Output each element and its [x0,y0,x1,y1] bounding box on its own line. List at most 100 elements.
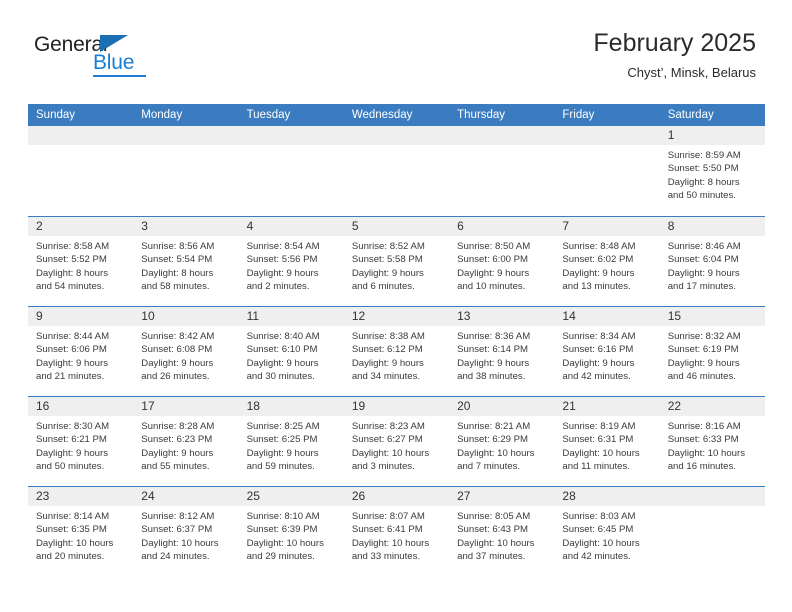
day-number: 13 [449,307,555,326]
day-sun-info: Sunrise: 8:58 AM Sunset: 5:52 PM Dayligh… [36,241,110,293]
day-number: 18 [238,397,344,416]
calendar-week-row: 2 Sunrise: 8:58 AM Sunset: 5:52 PM Daylig… [28,216,765,306]
weekday-header-row: Sunday Monday Tuesday Wednesday Thursday Frid… [28,104,765,126]
day-sun-info: Sunrise: 8:36 AM Sunset: 6:14 PM Dayligh… [457,331,531,383]
day-sun-info: Sunrise: 8:56 AM Sunset: 5:54 PM Dayligh… [141,241,215,293]
day-cell-3[interactable]: 3 Sunrise: 8:56 AM Sunset: 5:54 PM Daylig… [133,217,239,306]
day-sun-info [239,145,344,149]
day-number: 16 [28,397,134,416]
day-sun-info [344,145,449,149]
weekday-header-tuesday: Tuesday [246,109,291,121]
day-sun-info: Sunrise: 8:50 AM Sunset: 6:00 PM Dayligh… [457,241,531,293]
page-header: General Blue February 2025 Chyst’, Minsk… [0,0,792,80]
day-cell-5[interactable]: 5 Sunrise: 8:52 AM Sunset: 5:58 PM Daylig… [343,217,450,306]
day-number: 20 [449,397,555,416]
weekday-header-wednesday: Wednesday [351,109,413,121]
day-number: 23 [28,487,134,506]
day-number: 24 [133,487,239,506]
day-cell-8[interactable]: 8 Sunrise: 8:46 AM Sunset: 6:04 PM Daylig… [659,217,765,306]
day-number: 3 [133,217,239,236]
day-cell-14[interactable]: 14 Sunrise: 8:34 AM Sunset: 6:16 PM Dayli… [554,307,660,396]
day-number: 12 [343,307,450,326]
weekday-header-thursday: Thursday [457,109,506,121]
day-cell-16[interactable]: 16 Sunrise: 8:30 AM Sunset: 6:21 PM Dayli… [28,397,134,486]
day-sun-info: Sunrise: 8:03 AM Sunset: 6:45 PM Dayligh… [562,511,640,563]
day-number [343,126,450,145]
day-number: 11 [238,307,344,326]
day-cell-27[interactable]: 27 Sunrise: 8:05 AM Sunset: 6:43 PM Dayli… [449,487,555,576]
day-sun-info: Sunrise: 8:40 AM Sunset: 6:10 PM Dayligh… [246,331,320,383]
day-cell-21[interactable]: 21 Sunrise: 8:19 AM Sunset: 6:31 PM Dayli… [554,397,660,486]
day-cell-1[interactable]: 1 Sunrise: 8:59 AM Sunset: 5:50 PM Daylig… [659,126,765,216]
day-sun-info: Sunrise: 8:23 AM Sunset: 6:27 PM Dayligh… [351,421,430,473]
day-sun-info: Sunrise: 8:16 AM Sunset: 6:33 PM Dayligh… [667,421,746,473]
day-number: 5 [343,217,450,236]
day-sun-info: Sunrise: 8:07 AM Sunset: 6:41 PM Dayligh… [351,511,430,563]
day-cell-26[interactable]: 26 Sunrise: 8:07 AM Sunset: 6:41 PM Dayli… [343,487,450,576]
day-cell-12[interactable]: 12 Sunrise: 8:38 AM Sunset: 6:12 PM Dayli… [343,307,450,396]
day-number: 2 [28,217,134,236]
day-number: 28 [554,487,660,506]
day-cell-7[interactable]: 7 Sunrise: 8:48 AM Sunset: 6:02 PM Daylig… [554,217,660,306]
day-cell-11[interactable]: 11 Sunrise: 8:40 AM Sunset: 6:10 PM Dayli… [238,307,344,396]
day-sun-info: Sunrise: 8:30 AM Sunset: 6:21 PM Dayligh… [36,421,110,473]
day-sun-info: Sunrise: 8:10 AM Sunset: 6:39 PM Dayligh… [246,511,324,563]
day-sun-info [554,145,659,149]
day-number: 6 [449,217,555,236]
day-cell-empty [28,126,134,216]
day-sun-info [133,145,238,149]
day-cell-19[interactable]: 19 Sunrise: 8:23 AM Sunset: 6:27 PM Dayli… [343,397,450,486]
day-number: 19 [343,397,450,416]
calendar-week-row: 9 Sunrise: 8:44 AM Sunset: 6:06 PM Daylig… [28,306,765,396]
logo-underline [93,75,146,77]
day-cell-4[interactable]: 4 Sunrise: 8:54 AM Sunset: 5:56 PM Daylig… [238,217,344,306]
day-cell-23[interactable]: 23 Sunrise: 8:14 AM Sunset: 6:35 PM Dayli… [28,487,134,576]
day-cell-empty [659,487,765,576]
day-cell-empty [554,126,660,216]
day-cell-25[interactable]: 25 Sunrise: 8:10 AM Sunset: 6:39 PM Dayli… [238,487,344,576]
day-number: 27 [449,487,555,506]
day-sun-info: Sunrise: 8:54 AM Sunset: 5:56 PM Dayligh… [246,241,320,293]
day-sun-info [660,506,765,510]
day-number [449,126,555,145]
day-sun-info: Sunrise: 8:44 AM Sunset: 6:06 PM Dayligh… [36,331,110,383]
page-title: February 2025 [593,29,756,57]
day-number: 17 [133,397,239,416]
day-number: 4 [238,217,344,236]
day-number [659,487,765,506]
day-cell-18[interactable]: 18 Sunrise: 8:25 AM Sunset: 6:25 PM Dayli… [238,397,344,486]
day-number: 14 [554,307,660,326]
day-number: 10 [133,307,239,326]
logo-text-blue: Blue [93,51,135,74]
day-sun-info: Sunrise: 8:32 AM Sunset: 6:19 PM Dayligh… [667,331,741,383]
day-cell-empty [133,126,239,216]
triangle-icon [100,35,128,52]
day-cell-10[interactable]: 10 Sunrise: 8:42 AM Sunset: 6:08 PM Dayli… [133,307,239,396]
calendar-grid: Sunday Monday Tuesday Wednesday Thursday Frid… [28,104,765,576]
calendar-week-row: 23 Sunrise: 8:14 AM Sunset: 6:35 PM Dayli… [28,486,765,576]
day-cell-22[interactable]: 22 Sunrise: 8:16 AM Sunset: 6:33 PM Dayli… [659,397,765,486]
day-sun-info [449,145,554,149]
day-sun-info: Sunrise: 8:46 AM Sunset: 6:04 PM Dayligh… [667,241,741,293]
day-cell-17[interactable]: 17 Sunrise: 8:28 AM Sunset: 6:23 PM Dayli… [133,397,239,486]
day-number: 15 [659,307,765,326]
day-cell-13[interactable]: 13 Sunrise: 8:36 AM Sunset: 6:14 PM Dayli… [449,307,555,396]
day-cell-6[interactable]: 6 Sunrise: 8:50 AM Sunset: 6:00 PM Daylig… [449,217,555,306]
day-number [238,126,344,145]
day-sun-info: Sunrise: 8:12 AM Sunset: 6:37 PM Dayligh… [141,511,219,563]
day-cell-15[interactable]: 15 Sunrise: 8:32 AM Sunset: 6:19 PM Dayli… [659,307,765,396]
day-sun-info: Sunrise: 8:34 AM Sunset: 6:16 PM Dayligh… [562,331,636,383]
day-cell-20[interactable]: 20 Sunrise: 8:21 AM Sunset: 6:29 PM Dayli… [449,397,555,486]
day-cell-9[interactable]: 9 Sunrise: 8:44 AM Sunset: 6:06 PM Daylig… [28,307,134,396]
day-sun-info: Sunrise: 8:25 AM Sunset: 6:25 PM Dayligh… [246,421,320,473]
day-cell-2[interactable]: 2 Sunrise: 8:58 AM Sunset: 5:52 PM Daylig… [28,217,134,306]
calendar-week-row: 16 Sunrise: 8:30 AM Sunset: 6:21 PM Dayli… [28,396,765,486]
day-number: 8 [659,217,765,236]
day-sun-info: Sunrise: 8:14 AM Sunset: 6:35 PM Dayligh… [36,511,114,563]
weekday-header-saturday: Saturday [667,109,714,121]
day-cell-28[interactable]: 28 Sunrise: 8:03 AM Sunset: 6:45 PM Dayli… [554,487,660,576]
day-cell-24[interactable]: 24 Sunrise: 8:12 AM Sunset: 6:37 PM Dayli… [133,487,239,576]
day-number [133,126,239,145]
title-block: February 2025 Chyst’, Minsk, Belarus [593,28,756,81]
day-sun-info: Sunrise: 8:48 AM Sunset: 6:02 PM Dayligh… [562,241,636,293]
